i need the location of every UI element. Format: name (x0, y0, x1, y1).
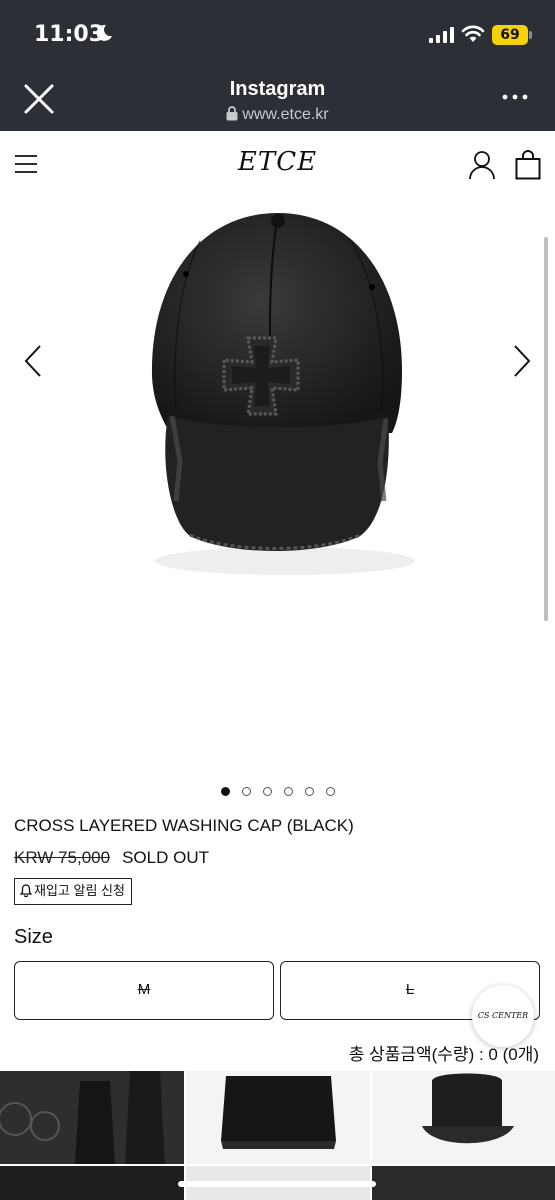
cs-center-button[interactable]: CS CENTER (472, 985, 534, 1047)
url-text: www.etce.kr (242, 106, 329, 123)
related-product-thumbnail[interactable] (186, 1071, 370, 1164)
pagination-dot[interactable] (325, 787, 335, 796)
pagination-dot[interactable] (220, 787, 230, 796)
next-image-icon[interactable] (511, 344, 533, 378)
size-label: Size (14, 926, 53, 948)
pagination-dot[interactable] (241, 787, 251, 796)
product-photo (151, 213, 415, 575)
size-option-label: M (137, 981, 151, 998)
size-option-label: L (405, 981, 415, 998)
related-product-thumbnail[interactable] (372, 1071, 555, 1164)
shopping-bag-icon[interactable] (515, 150, 541, 180)
total-amount: 총 상품금액(수량) : 0 (0개) (348, 1045, 539, 1064)
previous-image-icon[interactable] (22, 344, 44, 378)
battery-tip (529, 31, 532, 39)
user-icon[interactable] (468, 150, 496, 180)
product-name: CROSS LAYERED WASHING CAP (BLACK) (14, 816, 354, 835)
moon-icon (96, 24, 112, 41)
more-options-icon[interactable] (500, 90, 530, 104)
related-product-thumbnail[interactable] (0, 1071, 184, 1164)
signal-icon (429, 27, 454, 43)
price-row: KRW 75,000 SOLD OUT (14, 848, 209, 868)
home-indicator[interactable] (178, 1181, 376, 1187)
restock-alert-button[interactable]: 재입고 알림 신청 (14, 878, 132, 905)
size-option-m[interactable]: M (14, 961, 274, 1020)
status-time: 11:03 (34, 22, 105, 47)
site-header: ETCE (0, 131, 555, 201)
thumbnail-photo (186, 1071, 370, 1164)
related-product-thumbnail[interactable] (0, 1166, 184, 1200)
bell-icon (19, 884, 33, 898)
pagination-dot[interactable] (304, 787, 314, 796)
product-image-carousel[interactable] (0, 201, 555, 781)
scrollbar[interactable] (544, 237, 548, 621)
restock-label: 재입고 알림 신청 (34, 883, 125, 898)
browser-chrome: 11:03 69 Instagram www.etce.kr (0, 0, 555, 131)
product-price: KRW 75,000 (14, 848, 111, 867)
thumbnail-photo (372, 1071, 555, 1164)
pagination-dot[interactable] (262, 787, 272, 796)
pagination-dot[interactable] (283, 787, 293, 796)
related-product-thumbnail[interactable] (372, 1166, 555, 1200)
browser-title: Instagram (229, 78, 326, 100)
thumbnail-photo (0, 1071, 184, 1164)
wifi-icon (461, 25, 485, 42)
image-pagination (0, 787, 555, 796)
sold-out-label: SOLD OUT (122, 848, 209, 867)
url-display: www.etce.kr (0, 106, 555, 124)
battery-indicator: 69 (492, 25, 528, 45)
lock-icon (226, 106, 238, 121)
